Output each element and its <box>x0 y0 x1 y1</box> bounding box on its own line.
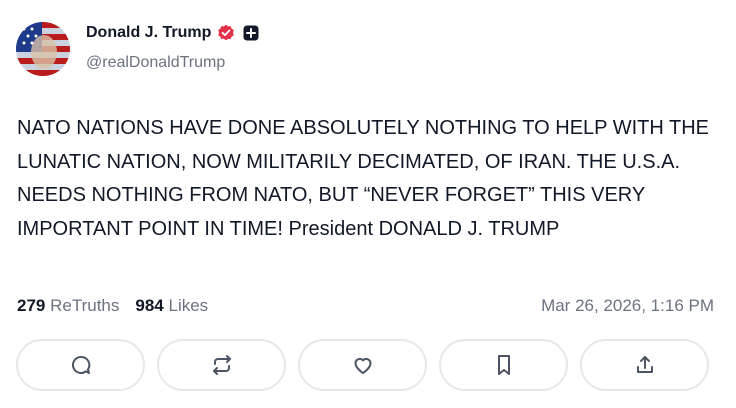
retruths-count: 279 <box>17 296 46 315</box>
retruths-stat[interactable]: 279 ReTruths <box>17 296 119 316</box>
action-bar <box>16 339 709 391</box>
plus-badge-icon <box>243 25 259 41</box>
timestamp[interactable]: Mar 26, 2026, 1:16 PM <box>541 296 714 316</box>
author-name-row: Donald J. Trump <box>86 24 259 42</box>
bookmark-button[interactable] <box>439 339 568 391</box>
display-name[interactable]: Donald J. Trump <box>86 24 211 42</box>
post-stats: 279 ReTruths 984 Likes <box>17 296 224 316</box>
post-card: Donald J. Trump @realDonaldTrump NATO NA… <box>0 0 736 408</box>
like-icon <box>351 353 375 377</box>
handle[interactable]: @realDonaldTrump <box>86 54 225 72</box>
reply-icon <box>69 353 93 377</box>
likes-count: 984 <box>135 296 164 315</box>
like-button[interactable] <box>298 339 427 391</box>
verified-badge-icon <box>217 24 235 42</box>
avatar[interactable] <box>16 22 70 76</box>
likes-label: Likes <box>168 296 209 315</box>
post-text: NATO NATIONS HAVE DONE ABSOLUTELY NOTHIN… <box>17 117 709 240</box>
retruths-label: ReTruths <box>50 296 120 315</box>
reply-button[interactable] <box>16 339 145 391</box>
retruth-icon <box>210 353 234 377</box>
share-button[interactable] <box>580 339 709 391</box>
likes-stat[interactable]: 984 Likes <box>135 296 208 316</box>
share-icon <box>633 353 657 377</box>
bookmark-icon <box>492 353 516 377</box>
retruth-button[interactable] <box>157 339 286 391</box>
